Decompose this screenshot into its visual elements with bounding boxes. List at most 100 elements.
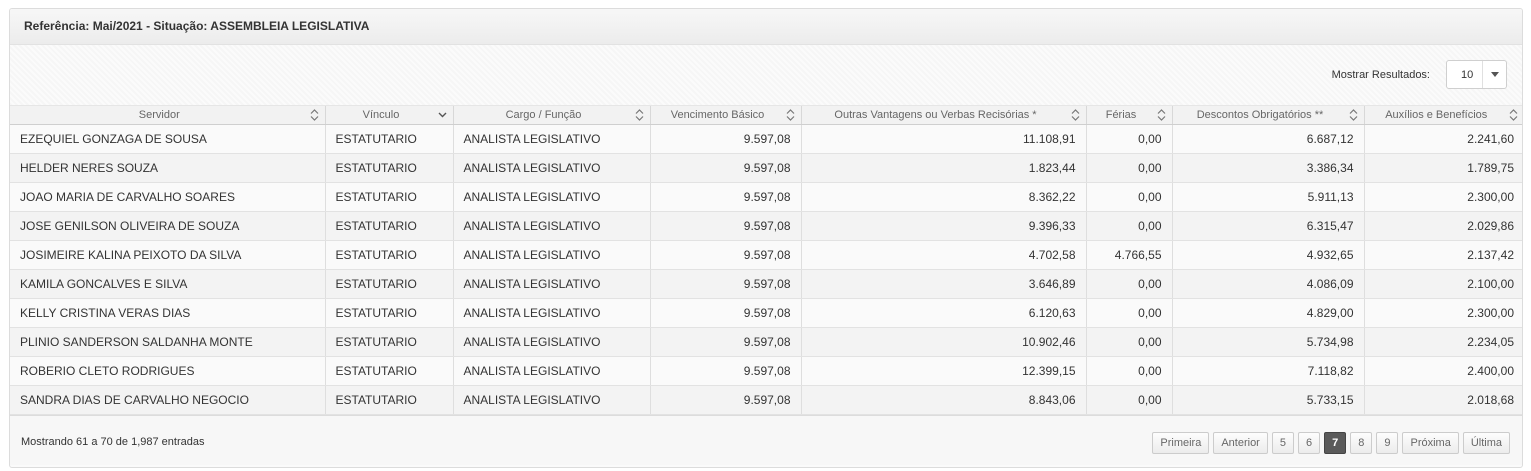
table-cell: JOAO MARIA DE CARVALHO SOARES xyxy=(10,182,326,212)
table-cell: ESTATUTARIO xyxy=(325,385,454,415)
salary-table: Servidor Vínculo Cargo / Função Vencimento … xyxy=(10,106,1522,415)
table-cell: JOSE GENILSON OLIVEIRA DE SOUZA xyxy=(10,211,326,241)
table-cell: ESTATUTARIO xyxy=(325,211,454,241)
table-row: SANDRA DIAS DE CARVALHO NEGOCIO ESTATUTAR… xyxy=(10,385,1522,415)
sort-icon xyxy=(1349,109,1358,121)
pagination: Primeira Anterior 5 6 7 8 9 Próxima Última xyxy=(1152,431,1510,454)
table-cell: ROBERIO CLETO RODRIGUES xyxy=(10,356,326,386)
table-cell: PLINIO SANDERSON SALDANHA MONTE xyxy=(10,327,326,357)
previous-page-button[interactable]: Anterior xyxy=(1213,431,1268,454)
column-header-label: Vínculo xyxy=(362,108,400,121)
table-cell: ANALISTA LEGISLATIVO xyxy=(453,124,651,154)
table-cell: ANALISTA LEGISLATIVO xyxy=(453,356,651,386)
table-cell: 2.018,68 xyxy=(1364,385,1522,415)
pagination-info: Mostrando 61 a 70 de 1,987 entradas xyxy=(21,435,205,448)
table-cell: ESTATUTARIO xyxy=(325,356,454,386)
column-header[interactable]: Auxílios e Benefícios xyxy=(1364,106,1522,125)
page-5-button[interactable]: 5 xyxy=(1271,431,1294,454)
table-cell: 9.597,08 xyxy=(650,269,802,299)
column-header[interactable]: Férias xyxy=(1086,106,1173,125)
table-row: EZEQUIEL GONZAGA DE SOUSA ESTATUTARIO ANAL… xyxy=(10,124,1522,154)
column-header[interactable]: Vínculo xyxy=(325,106,454,125)
page-size-label: Mostrar Resultados: xyxy=(1331,69,1430,81)
table-cell: ANALISTA LEGISLATIVO xyxy=(453,327,651,357)
table-cell: 2.400,00 xyxy=(1364,356,1522,386)
results-panel: Referência: Mai/2021 - Situação: ASSEMBL… xyxy=(9,8,1523,468)
table-cell: 2.100,00 xyxy=(1364,269,1522,299)
table-cell: 6.687,12 xyxy=(1172,124,1365,154)
table-cell: 8.843,06 xyxy=(801,385,1087,415)
table-cell: ANALISTA LEGISLATIVO xyxy=(453,211,651,241)
table-cell: 2.029,86 xyxy=(1364,211,1522,241)
column-header-label: Outras Vantagens ou Verbas Recisórias * xyxy=(834,108,1037,121)
column-header[interactable]: Cargo / Função xyxy=(453,106,651,125)
table-cell: 10.902,46 xyxy=(801,327,1087,357)
table-cell: ANALISTA LEGISLATIVO xyxy=(453,153,651,183)
page-size-dropdown-toggle[interactable] xyxy=(1482,61,1506,88)
table-cell: SANDRA DIAS DE CARVALHO NEGOCIO xyxy=(10,385,326,415)
table-cell: ESTATUTARIO xyxy=(325,153,454,183)
column-header-label: Descontos Obrigatórios ** xyxy=(1196,108,1324,121)
column-header-label: Servidor xyxy=(138,108,180,121)
page-8-button[interactable]: 8 xyxy=(1350,431,1373,454)
table-cell: 9.597,08 xyxy=(650,211,802,241)
column-header-label: Cargo / Função xyxy=(505,108,582,121)
table-cell: 0,00 xyxy=(1086,182,1173,212)
next-page-button[interactable]: Próxima xyxy=(1402,431,1459,454)
first-page-button[interactable]: Primeira xyxy=(1152,431,1210,454)
table-cell: 8.362,22 xyxy=(801,182,1087,212)
table-cell: 6.315,47 xyxy=(1172,211,1365,241)
table-cell: KAMILA GONCALVES E SILVA xyxy=(10,269,326,299)
panel-title: Referência: Mai/2021 - Situação: ASSEMBL… xyxy=(10,9,1522,45)
table-cell: ANALISTA LEGISLATIVO xyxy=(453,298,651,328)
column-header[interactable]: Descontos Obrigatórios ** xyxy=(1172,106,1365,125)
sort-desc-icon xyxy=(438,109,447,121)
last-page-button[interactable]: Última xyxy=(1462,431,1510,454)
table-cell: 5.733,15 xyxy=(1172,385,1365,415)
table-cell: 9.396,33 xyxy=(801,211,1087,241)
table-cell: ESTATUTARIO xyxy=(325,327,454,357)
table-cell: ANALISTA LEGISLATIVO xyxy=(453,240,651,270)
table-cell: 0,00 xyxy=(1086,269,1173,299)
table-cell: 2.300,00 xyxy=(1364,182,1522,212)
page-9-button[interactable]: 9 xyxy=(1376,431,1399,454)
page-7-button[interactable]: 7 xyxy=(1324,431,1347,454)
table-cell: 11.108,91 xyxy=(801,124,1087,154)
sort-icon xyxy=(1157,109,1166,121)
table-cell: ESTATUTARIO xyxy=(325,124,454,154)
table-cell: 2.234,05 xyxy=(1364,327,1522,357)
table-cell: ESTATUTARIO xyxy=(325,240,454,270)
page-size-select[interactable]: 10 xyxy=(1446,60,1507,89)
column-header[interactable]: Outras Vantagens ou Verbas Recisórias * xyxy=(801,106,1087,125)
table-cell: ANALISTA LEGISLATIVO xyxy=(453,385,651,415)
table-cell: 1.823,44 xyxy=(801,153,1087,183)
table-row: ROBERIO CLETO RODRIGUES ESTATUTARIO ANALIS… xyxy=(10,356,1522,386)
table-toolbar: Mostrar Resultados: 10 xyxy=(10,45,1522,106)
table-cell: 0,00 xyxy=(1086,385,1173,415)
page-6-button[interactable]: 6 xyxy=(1297,431,1321,454)
table-cell: 4.086,09 xyxy=(1172,269,1365,299)
sort-icon xyxy=(1071,109,1080,121)
table-cell: ANALISTA LEGISLATIVO xyxy=(453,182,651,212)
column-header[interactable]: Servidor xyxy=(10,106,326,125)
table-cell: 2.300,00 xyxy=(1364,298,1522,328)
table-row: HELDER NERES SOUZA ESTATUTARIO ANALISTA LE… xyxy=(10,153,1522,183)
table-cell: 1.789,75 xyxy=(1364,153,1522,183)
table-cell: ESTATUTARIO xyxy=(325,298,454,328)
table-cell: 9.597,08 xyxy=(650,385,802,415)
table-cell: JOSIMEIRE KALINA PEIXOTO DA SILVA xyxy=(10,240,326,270)
table-cell: 0,00 xyxy=(1086,327,1173,357)
column-header[interactable]: Vencimento Básico xyxy=(650,106,802,125)
sort-icon xyxy=(310,109,319,121)
table-cell: 9.597,08 xyxy=(650,298,802,328)
table-cell: 9.597,08 xyxy=(650,153,802,183)
sort-icon xyxy=(1509,109,1518,121)
table-cell: 3.646,89 xyxy=(801,269,1087,299)
table-body: EZEQUIEL GONZAGA DE SOUSA ESTATUTARIO ANAL… xyxy=(10,124,1522,415)
table-footer: Mostrando 61 a 70 de 1,987 entradas Prim… xyxy=(10,414,1522,465)
table-cell: HELDER NERES SOUZA xyxy=(10,153,326,183)
page-size-value: 10 xyxy=(1461,68,1474,81)
table-cell: 4.766,55 xyxy=(1086,240,1173,270)
table-cell: 2.137,42 xyxy=(1364,240,1522,270)
table-cell: 0,00 xyxy=(1086,298,1173,328)
